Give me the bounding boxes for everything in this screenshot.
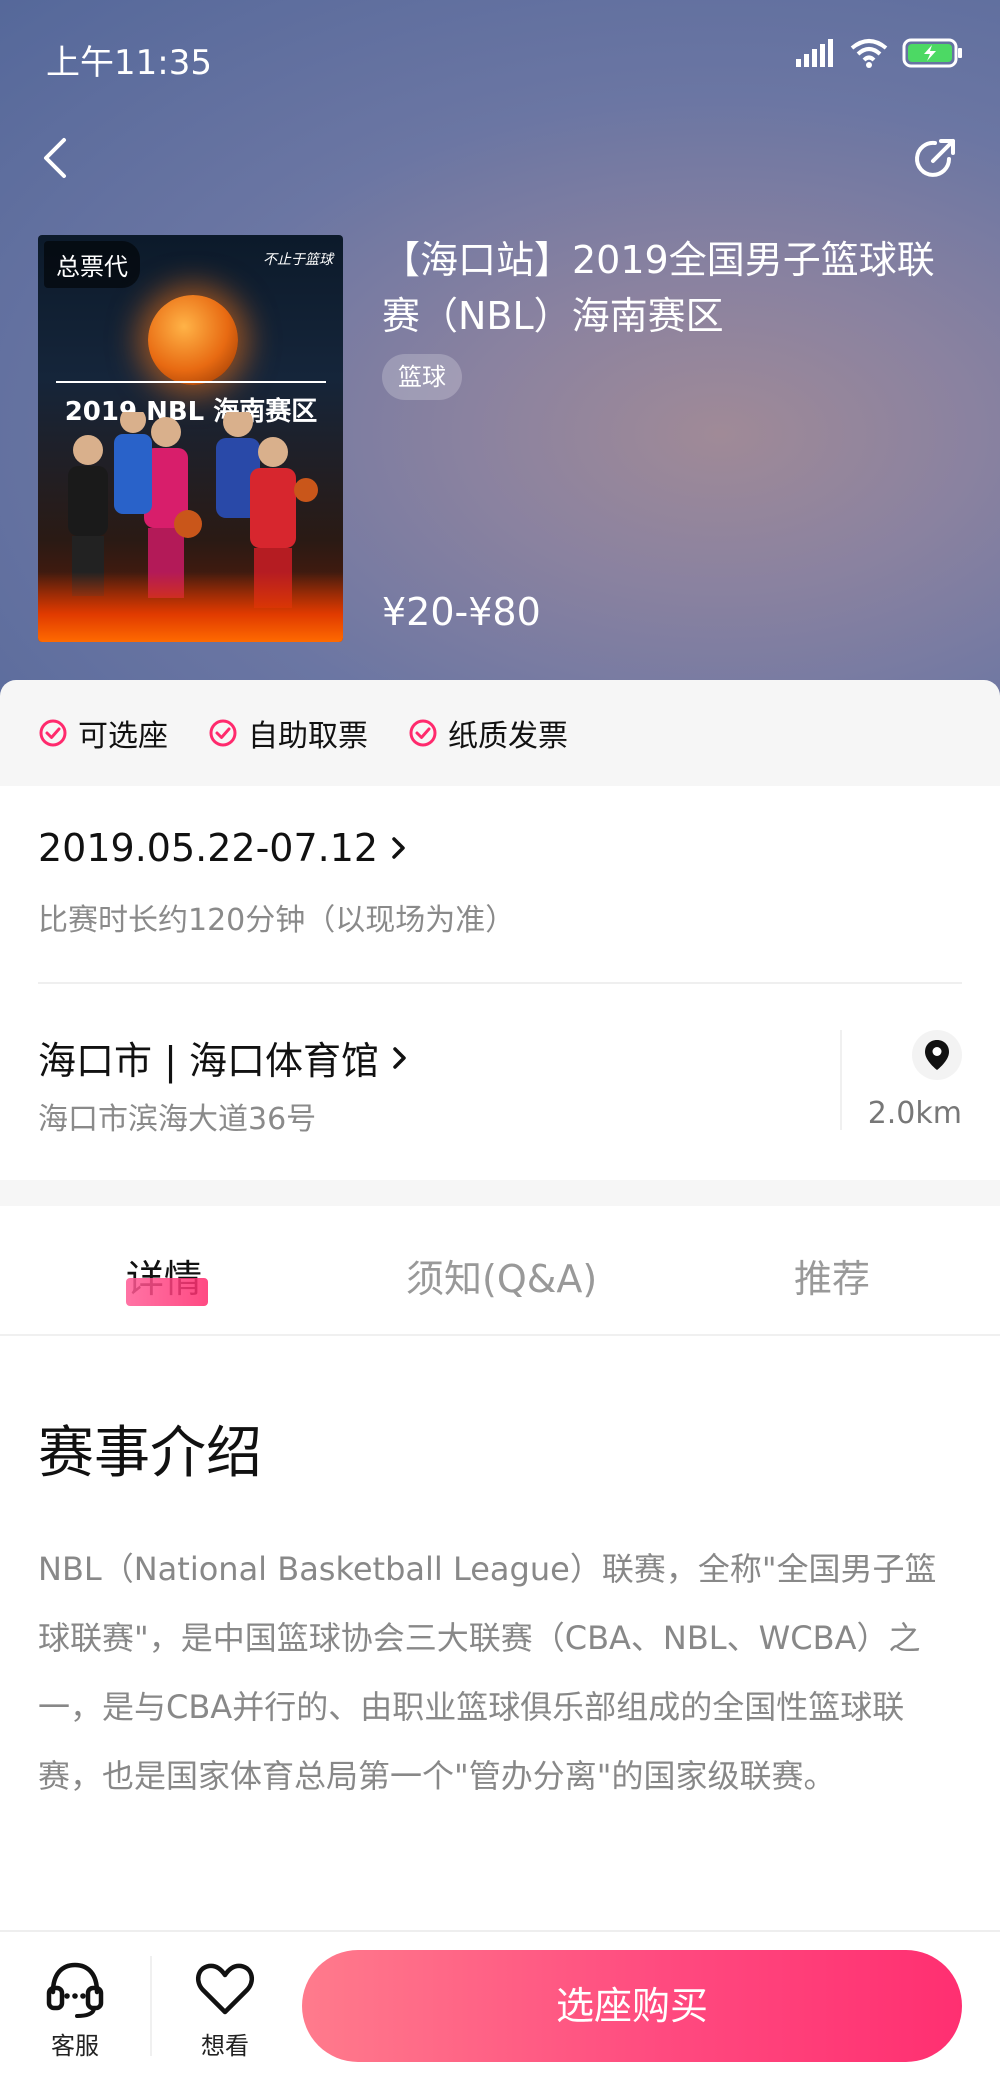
divider: [38, 982, 962, 984]
wishlist-label: 想看: [201, 2032, 249, 2060]
flames-decoration: [38, 572, 343, 642]
share-button[interactable]: [908, 130, 964, 186]
service-features: 可选座 自助取票 纸质发票: [0, 680, 1000, 786]
feature-seat-selection: 可选座: [38, 711, 168, 755]
signal-icon: [796, 39, 836, 67]
active-tab-indicator: [126, 1278, 208, 1306]
event-date: 2019.05.22-07.12: [38, 826, 379, 870]
status-icons: [796, 38, 964, 68]
venue-name: 海口市 | 海口体育馆: [38, 1039, 379, 1083]
wishlist-button[interactable]: 想看: [170, 1960, 280, 2061]
chevron-right-icon: [393, 1046, 406, 1069]
map-pin-icon: [925, 1040, 949, 1070]
heart-icon: [195, 1963, 255, 2015]
back-icon: [44, 138, 66, 178]
tab-qa[interactable]: 须知(Q&A): [406, 1248, 597, 1303]
status-bar: 上午11:35: [0, 0, 1000, 110]
feature-label: 自助取票: [248, 719, 368, 754]
bottom-action-bar: 客服 想看 选座购买: [0, 1930, 1000, 2081]
venue-distance: 2.0km: [867, 1096, 962, 1131]
event-duration: 比赛时长约120分钟（以现场为准）: [38, 903, 516, 938]
venue-address: 海口市滨海大道36号: [38, 1102, 317, 1137]
wifi-icon: [850, 38, 888, 68]
headset-icon: [46, 1962, 104, 2018]
event-poster[interactable]: 总票代 不止于篮球 2019 NBL 海南赛区: [38, 235, 343, 642]
back-button[interactable]: [30, 130, 80, 186]
poster-tagline: 不止于篮球: [263, 252, 333, 268]
select-seat-buy-button[interactable]: 选座购买: [302, 1950, 962, 2062]
feature-paper-invoice: 纸质发票: [408, 711, 568, 755]
check-circle-icon: [409, 719, 437, 747]
event-header: 上午11:35 总票代 不止于篮球 2019 NBL 海南赛区 【海口站】201…: [0, 0, 1000, 700]
share-icon: [915, 139, 955, 177]
tab-recommend[interactable]: 推荐: [794, 1248, 870, 1303]
customer-service-label: 客服: [51, 2032, 99, 2060]
category-tag[interactable]: 篮球: [382, 354, 462, 400]
detail-tabs: 详情 须知(Q&A) 推荐: [0, 1206, 1000, 1336]
map-button[interactable]: [912, 1030, 962, 1080]
section-title: 赛事介绍: [38, 1421, 262, 1486]
basketball-image: [148, 295, 238, 385]
battery-icon: [902, 38, 964, 68]
venue-link[interactable]: 海口市 | 海口体育馆: [38, 1030, 413, 1085]
feature-label: 可选座: [78, 719, 168, 754]
check-circle-icon: [39, 719, 67, 747]
feature-self-pickup: 自助取票: [208, 711, 368, 755]
event-introduction: NBL（National Basketball League）联赛，全称"全国男…: [38, 1550, 937, 1795]
event-date-link[interactable]: 2019.05.22-07.12: [38, 826, 412, 870]
price-range: ¥20-¥80: [382, 590, 541, 634]
status-time: 上午11:35: [46, 43, 212, 83]
poster-badge: 总票代: [44, 241, 140, 288]
check-circle-icon: [209, 719, 237, 747]
customer-service-button[interactable]: 客服: [20, 1960, 130, 2061]
chevron-right-icon: [392, 837, 405, 859]
feature-label: 纸质发票: [448, 719, 568, 754]
section-separator: [0, 1180, 1000, 1206]
event-title: 【海口站】2019全国男子篮球联赛（NBL）海南赛区: [382, 238, 935, 338]
divider: [150, 1956, 152, 2056]
divider: [840, 1030, 842, 1130]
